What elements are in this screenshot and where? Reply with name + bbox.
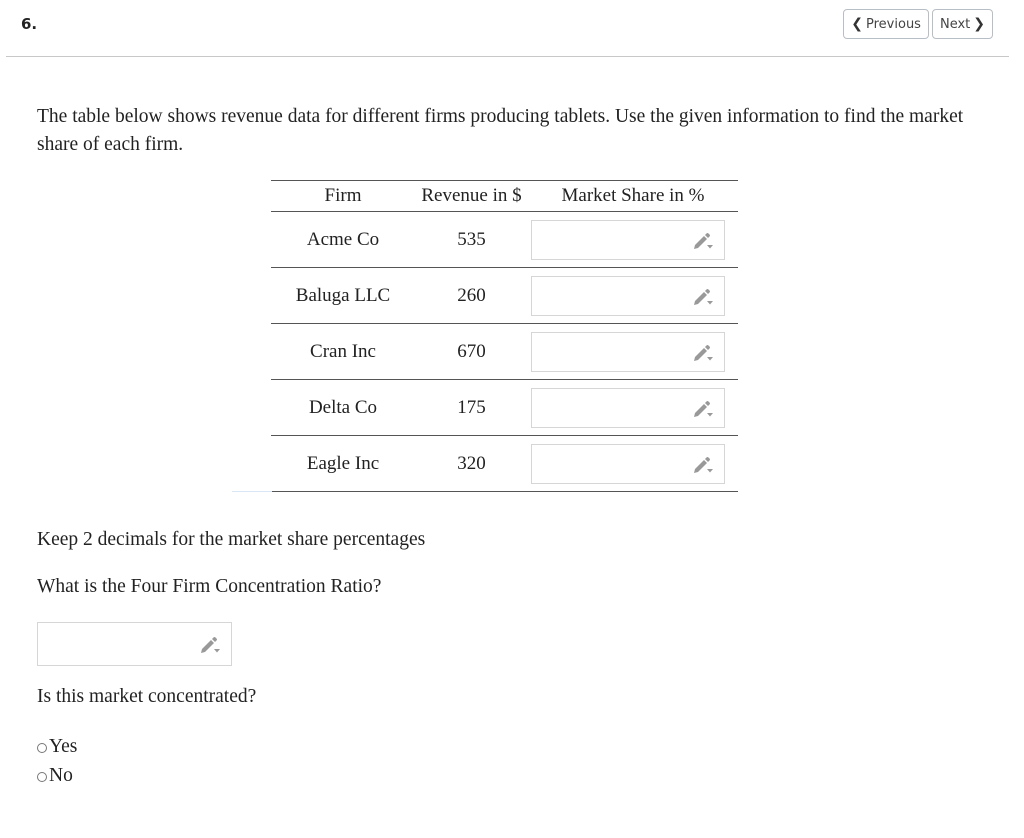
revenue-cell: 260 xyxy=(415,267,528,324)
header-market-share: Market Share in % xyxy=(528,180,738,212)
firm-cell: Cran Inc xyxy=(271,323,415,380)
market-share-input[interactable] xyxy=(531,387,725,428)
firm-cell: Delta Co xyxy=(271,379,415,436)
header-revenue: Revenue in $ xyxy=(415,180,528,212)
revenue-table: Firm Revenue in $ Market Share in % Acme… xyxy=(271,180,738,492)
table-row: Baluga LLC 260 xyxy=(271,267,738,324)
revenue-cell: 175 xyxy=(415,379,528,436)
radio-option-no[interactable]: No xyxy=(37,765,73,787)
radio-label-no: No xyxy=(49,765,73,786)
radio-circle[interactable] xyxy=(37,772,47,782)
cr4-prompt: What is the Four Firm Concentration Rati… xyxy=(37,576,382,597)
pencil-dropdown-icon xyxy=(694,456,713,473)
pencil-dropdown-icon xyxy=(694,400,713,417)
table-row: Eagle Inc 320 xyxy=(271,435,738,492)
pencil-dropdown-icon xyxy=(201,637,220,653)
revenue-cell: 670 xyxy=(415,323,528,380)
firm-cell: Eagle Inc xyxy=(271,435,415,492)
radio-circle[interactable] xyxy=(37,743,47,753)
decimals-note: Keep 2 decimals for the market share per… xyxy=(37,529,426,550)
question-number: 6. xyxy=(21,15,38,33)
market-share-cell xyxy=(528,379,738,436)
revenue-cell: 320 xyxy=(415,435,528,492)
table-accent-line xyxy=(232,491,272,492)
question-navigation: ❮ Previous Next ❯ xyxy=(843,9,993,39)
market-share-cell xyxy=(528,267,738,324)
radio-label-yes: Yes xyxy=(49,736,78,757)
chevron-right-icon: ❯ xyxy=(973,16,985,32)
previous-label: Previous xyxy=(866,16,921,32)
pencil-dropdown-icon xyxy=(694,288,713,305)
table-row: Acme Co 535 xyxy=(271,211,738,268)
firm-cell: Baluga LLC xyxy=(271,267,415,324)
cr4-answer-input[interactable] xyxy=(37,622,232,666)
market-share-input[interactable] xyxy=(531,331,725,372)
revenue-table-wrapper: Firm Revenue in $ Market Share in % Acme… xyxy=(271,180,738,492)
radio-option-yes[interactable]: Yes xyxy=(37,736,77,758)
market-share-input[interactable] xyxy=(531,443,725,484)
concentrated-prompt: Is this market concentrated? xyxy=(37,686,257,707)
header-divider xyxy=(6,56,1009,57)
chevron-left-icon: ❮ xyxy=(851,16,864,32)
previous-button[interactable]: ❮ Previous xyxy=(843,9,929,39)
market-share-input[interactable] xyxy=(531,275,725,316)
table-row: Cran Inc 670 xyxy=(271,323,738,380)
market-share-input[interactable] xyxy=(531,219,725,260)
next-button[interactable]: Next ❯ xyxy=(931,9,993,39)
firm-cell: Acme Co xyxy=(271,211,415,268)
table-header-row: Firm Revenue in $ Market Share in % xyxy=(271,180,738,212)
next-label: Next xyxy=(939,16,971,32)
market-share-cell xyxy=(528,323,738,380)
revenue-cell: 535 xyxy=(415,211,528,268)
pencil-dropdown-icon xyxy=(694,344,713,361)
table-row: Delta Co 175 xyxy=(271,379,738,436)
header-firm: Firm xyxy=(271,180,415,212)
question-intro: The table below shows revenue data for d… xyxy=(37,106,964,155)
market-share-cell xyxy=(528,435,738,492)
pencil-dropdown-icon xyxy=(694,232,713,249)
market-share-cell xyxy=(528,211,738,268)
question-header: 6. ❮ Previous Next ❯ xyxy=(0,0,1024,57)
